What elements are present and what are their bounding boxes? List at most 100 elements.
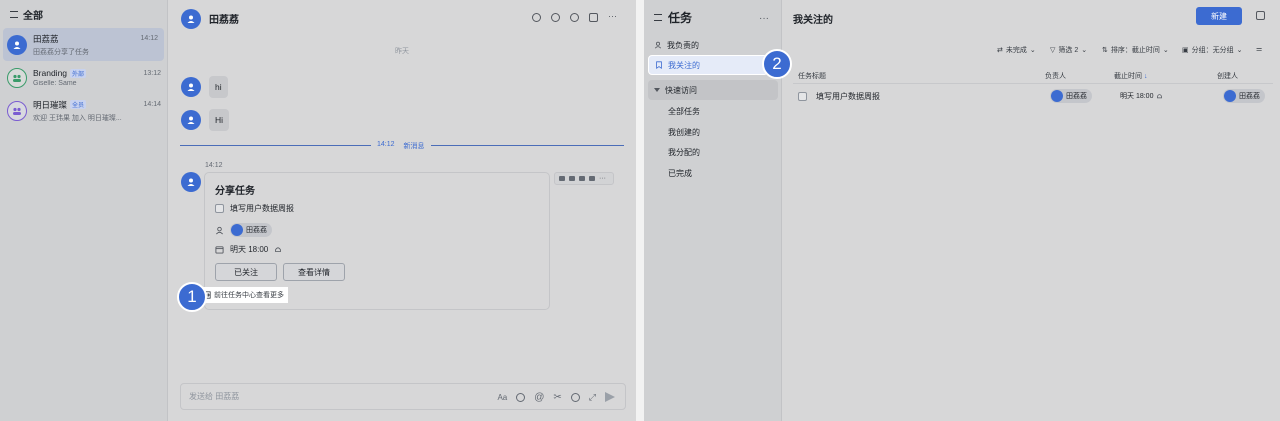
avatar[interactable] <box>181 77 201 97</box>
creator-chip[interactable]: 田荔荔 <box>1223 89 1265 103</box>
avatar <box>1224 90 1236 102</box>
pin-icon[interactable] <box>589 176 595 181</box>
column-header-due[interactable]: 截止时间 ↓ <box>1114 71 1147 81</box>
chat-time: 13:12 <box>143 69 161 77</box>
new-task-button[interactable]: 新建 <box>1196 7 1242 25</box>
task-main: 我关注的 新建 ⇄ 未完成 ⌄ ▽ 筛选 2 ⌄ ⇅ 排序：截止时间 ⌄ ▣ 分… <box>782 0 1280 421</box>
chat-item-branding[interactable]: Branding 外部 13:12 Giselle: Same <box>0 61 167 94</box>
creator-name: 田荔荔 <box>1239 93 1260 100</box>
more-icon[interactable]: ··· <box>599 175 609 182</box>
chat-list-title: 全部 <box>23 10 43 22</box>
reply-icon[interactable] <box>569 176 575 181</box>
chevron-down-icon: ⌄ <box>1162 47 1169 54</box>
chat-list-header[interactable]: 全部 <box>0 0 167 28</box>
chat-name-text: 明日璀璨 <box>33 99 68 110</box>
task-checkbox[interactable] <box>215 204 224 213</box>
nav-item-following[interactable]: 我关注的 <box>648 55 768 75</box>
voice-call-icon[interactable] <box>551 13 560 22</box>
more-icon[interactable]: ··· <box>608 12 618 22</box>
avatar <box>7 34 27 55</box>
column-header-creator[interactable]: 创建人 <box>1217 71 1238 81</box>
collapse-sidebar-icon[interactable] <box>654 13 662 21</box>
message-input[interactable]: 发送给 田荔荔 Aa @ ✂ ⤢ <box>180 383 626 410</box>
status-filter[interactable]: ⇄ 未完成 ⌄ <box>997 45 1036 55</box>
bell-icon <box>275 246 282 252</box>
message-bubble: hi <box>209 76 228 98</box>
sort-button[interactable]: ⇅ 排序：截止时间 ⌄ <box>1102 45 1169 55</box>
filter-button[interactable]: ▽ 筛选 2 ⌄ <box>1050 45 1087 55</box>
chat-preview: Giselle: Same <box>33 80 77 87</box>
go-task-center-link[interactable]: 前往任务中心查看更多 <box>199 287 288 303</box>
panel-gap <box>636 0 644 421</box>
filter-menu-icon[interactable] <box>10 10 18 18</box>
send-icon[interactable] <box>605 392 615 402</box>
card-task-title[interactable]: 填写用户数据周报 <box>230 203 294 214</box>
message: Hi <box>181 109 230 131</box>
nav-item-label: 已完成 <box>668 168 692 178</box>
assignee-chip[interactable]: 田荔荔 <box>230 223 272 237</box>
status-icon: ⇄ <box>997 47 1003 54</box>
settings-button[interactable]: ⚌ <box>1256 45 1262 53</box>
forward-icon[interactable] <box>579 176 585 181</box>
screenshot-icon[interactable]: ✂ <box>553 392 561 402</box>
open-window-icon[interactable] <box>1256 11 1265 20</box>
follow-button[interactable]: 已关注 <box>215 263 277 281</box>
group-button[interactable]: ▣ 分组：无分组 ⌄ <box>1182 45 1243 55</box>
sort-icon: ⇅ <box>1102 47 1108 54</box>
pin-panel-icon[interactable] <box>589 13 598 22</box>
group-avatar <box>7 67 27 88</box>
table-row[interactable]: 填写用户数据周报 田荔荔 明天 18:00 田荔荔 <box>793 89 1265 103</box>
chat-preview: 欢迎 王玮果 加入 明日璀璨... <box>33 114 122 122</box>
task-checkbox[interactable] <box>798 91 807 101</box>
nav-section-quick-access[interactable]: 快速访问 <box>648 80 778 100</box>
nav-item-done[interactable]: 已完成 <box>648 163 778 183</box>
person-icon <box>216 226 223 234</box>
nav-item-all[interactable]: 全部任务 <box>648 101 778 121</box>
nav-item-label: 全部任务 <box>668 106 700 116</box>
thumbs-up-icon[interactable] <box>559 176 565 181</box>
status-label: 未完成 <box>1005 47 1027 54</box>
all-members-tag: 全员 <box>70 100 87 109</box>
chevron-down-icon: ⌄ <box>1081 47 1088 54</box>
chat-name-text: Branding <box>33 68 68 78</box>
add-member-icon[interactable] <box>570 13 579 22</box>
group-label: 分组：无分组 <box>1191 47 1234 54</box>
avatar[interactable] <box>181 172 201 192</box>
nav-item-created[interactable]: 我创建的 <box>648 122 778 142</box>
message-actions-bar: ··· <box>554 172 614 185</box>
assignee-chip[interactable]: 田荔荔 <box>1050 89 1092 103</box>
more-icon[interactable]: ··· <box>759 13 769 24</box>
person-icon <box>654 41 662 49</box>
emoji-icon[interactable] <box>516 392 526 402</box>
message: hi <box>181 76 228 98</box>
chat-item-mingricuican[interactable]: 明日璀璨 全员 14:14 欢迎 王玮果 加入 明日璀璨... <box>0 94 167 127</box>
chat-time: 14:14 <box>143 101 161 108</box>
chat-name: 明日璀璨 全员 <box>33 99 87 111</box>
due-cell[interactable]: 明天 18:00 <box>1120 91 1215 101</box>
chat-time: 14:12 <box>140 35 158 42</box>
column-header-title[interactable]: 任务标题 <box>798 71 826 81</box>
expand-icon[interactable]: ⤢ <box>589 392 596 402</box>
avatar <box>1051 90 1063 102</box>
chat-preview: 田荔荔分享了任务 <box>33 48 89 56</box>
sort-label: 排序：截止时间 <box>1110 47 1160 54</box>
plus-icon[interactable] <box>570 392 580 402</box>
task-title-cell[interactable]: 填写用户数据周报 <box>816 91 1042 102</box>
due-time[interactable]: 明天 18:00 <box>230 244 268 255</box>
filter-label: 筛选 2 <box>1058 47 1079 54</box>
mention-icon[interactable]: @ <box>534 392 544 402</box>
chat-window: 全部 田荔荔 14:12 田荔荔分享了任务 Branding 外部 13:12 … <box>0 0 636 421</box>
chat-main: 田荔荔 ··· 昨天 hi Hi 14:12 新消息 14:12 分享任务 填写… <box>168 0 636 421</box>
text-format-icon[interactable]: Aa <box>497 393 507 402</box>
nav-item-mine[interactable]: 我负责的 <box>648 35 778 55</box>
search-icon[interactable] <box>532 13 541 22</box>
caret-down-icon <box>654 88 660 92</box>
avatar[interactable] <box>181 8 201 29</box>
column-header-assignee[interactable]: 负责人 <box>1045 71 1066 81</box>
filter-icon: ▽ <box>1050 47 1056 54</box>
view-detail-button[interactable]: 查看详情 <box>283 263 345 281</box>
avatar[interactable] <box>181 110 201 130</box>
nav-item-assigned[interactable]: 我分配的 <box>648 142 778 162</box>
chat-item-tianlili[interactable]: 田荔荔 14:12 田荔荔分享了任务 <box>3 28 164 61</box>
due-time: 明天 18:00 <box>1120 93 1154 100</box>
